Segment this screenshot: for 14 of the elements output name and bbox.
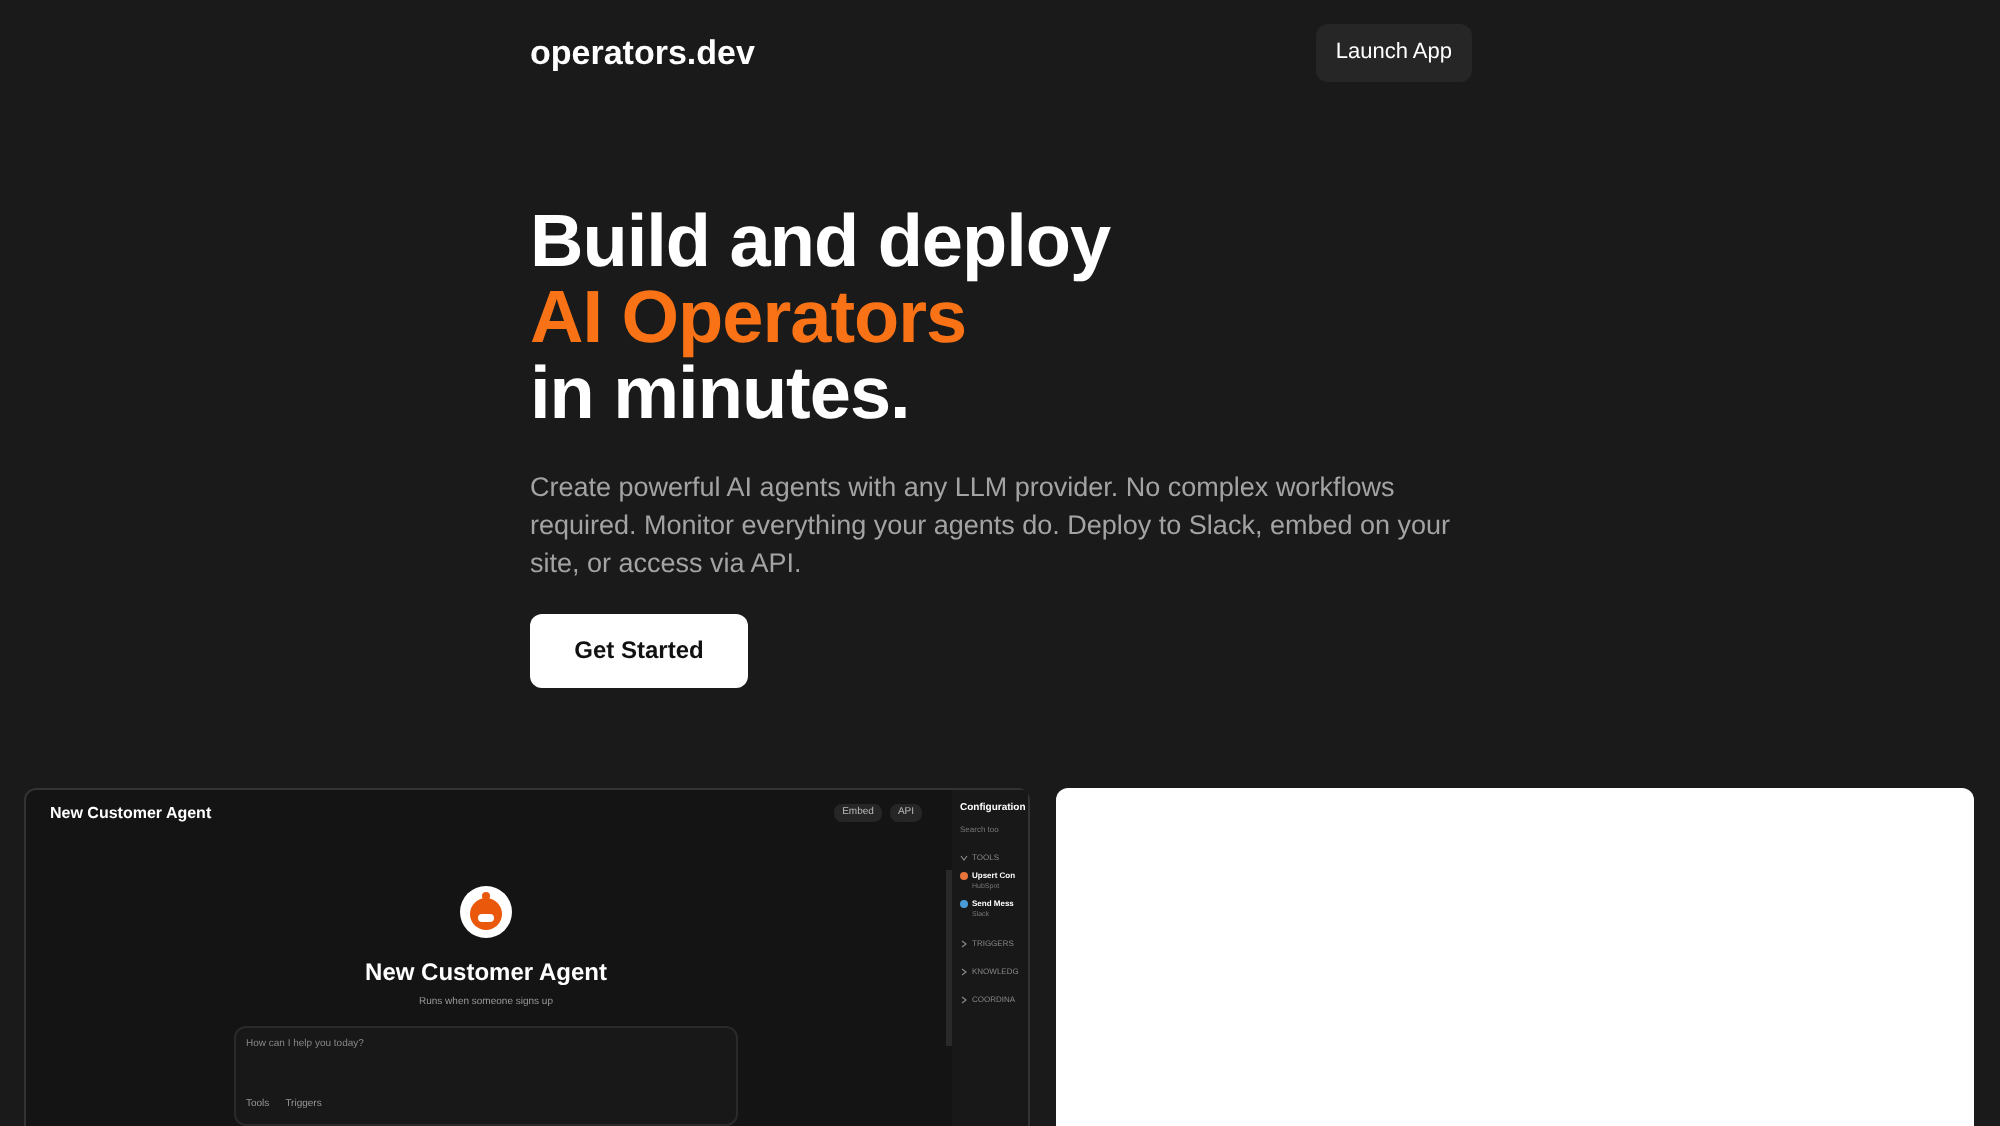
agent-name: New Customer Agent — [50, 801, 212, 825]
hero-title: in minutes. — [530, 355, 910, 431]
launch-app-button[interactable]: Launch App — [1315, 24, 1472, 81]
chevron-icon[interactable] — [960, 967, 968, 975]
robot-avatar-icon — [460, 885, 512, 937]
hero-description: Create powerful AI agents with any LLM provider. No complex workflows required. Monitor everything your agents do. Deploy to Slack, embed on your site, or access via API. — [530, 469, 1453, 581]
get-started-button[interactable]: Get Started — [530, 613, 748, 687]
chevron-icon[interactable] — [960, 939, 968, 947]
hero-title: Build and deploy — [530, 203, 1113, 279]
hero-title-highlight: AI Operators — [530, 279, 967, 355]
preview-title: New Customer Agent — [365, 955, 607, 989]
chevron-icon[interactable] — [960, 854, 968, 862]
chevron-icon[interactable] — [960, 995, 968, 1003]
site-logo[interactable]: operators.dev — [530, 27, 755, 78]
